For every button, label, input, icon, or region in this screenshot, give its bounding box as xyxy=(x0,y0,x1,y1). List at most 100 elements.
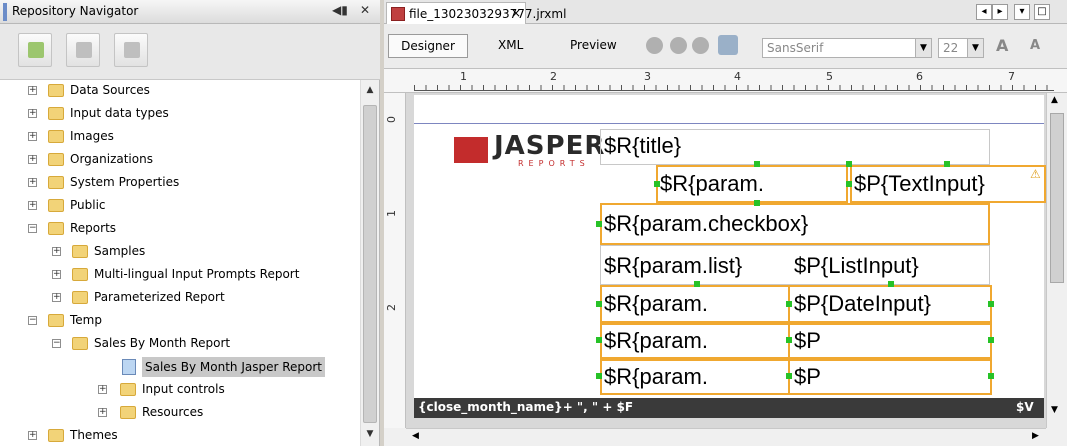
expand-icon[interactable]: + xyxy=(28,201,37,210)
scrollbar-thumb[interactable] xyxy=(363,105,377,423)
canvas-vertical-scrollbar[interactable]: ▲ ▼ xyxy=(1046,93,1066,428)
collapse-icon[interactable]: − xyxy=(28,224,37,233)
resize-handle[interactable] xyxy=(694,281,700,287)
add-server-button[interactable] xyxy=(18,33,52,67)
date-param-field[interactable]: $R{param. xyxy=(604,291,784,317)
resize-handle[interactable] xyxy=(944,161,950,167)
resize-handle[interactable] xyxy=(596,337,602,343)
tree-item-organizations[interactable]: + Organizations xyxy=(0,149,360,172)
chevron-down-icon[interactable]: ▼ xyxy=(967,39,983,57)
scroll-up-icon[interactable]: ▲ xyxy=(1051,95,1058,105)
param-field-b[interactable]: $R{param. xyxy=(604,364,784,390)
band-variable[interactable]: $V xyxy=(1016,400,1034,414)
chevron-down-icon[interactable]: ▼ xyxy=(915,39,931,57)
resize-handle[interactable] xyxy=(988,337,994,343)
tree-item-label: Public xyxy=(70,198,106,212)
param-field-a[interactable]: $R{param. xyxy=(604,328,784,354)
delete-button[interactable] xyxy=(114,33,148,67)
tree-item-parameterized-report[interactable]: + Parameterized Report xyxy=(0,287,360,310)
scroll-right-icon[interactable]: ▶ xyxy=(1032,431,1039,441)
resize-handle[interactable] xyxy=(596,373,602,379)
scroll-up-icon[interactable]: ▲ xyxy=(362,82,378,98)
tree-item-temp[interactable]: − Temp xyxy=(0,310,360,333)
expand-icon[interactable]: + xyxy=(52,293,61,302)
tree-item-label: Parameterized Report xyxy=(94,290,225,304)
list-field[interactable]: $R{param.list} xyxy=(604,253,742,279)
param-field[interactable]: $R{param. xyxy=(660,171,846,197)
resize-handle[interactable] xyxy=(888,281,894,287)
tab-xml[interactable]: XML xyxy=(498,38,523,52)
resize-handle[interactable] xyxy=(596,221,602,227)
tree-item-resources[interactable]: + Resources xyxy=(0,402,360,425)
resize-handle[interactable] xyxy=(846,161,852,167)
canvas-horizontal-scrollbar[interactable]: ◀ ▶ xyxy=(406,428,1046,446)
collapse-icon[interactable]: − xyxy=(52,339,61,348)
expand-icon[interactable]: + xyxy=(98,408,107,417)
tab-preview[interactable]: Preview xyxy=(570,38,617,52)
scroll-down-icon[interactable]: ▼ xyxy=(362,426,378,442)
collapse-icon[interactable]: − xyxy=(28,316,37,325)
expand-icon[interactable]: + xyxy=(28,86,37,95)
decrease-font-icon[interactable]: A xyxy=(1030,38,1040,53)
scrollbar-thumb[interactable] xyxy=(1050,113,1064,283)
tab-close-icon[interactable]: × xyxy=(511,6,521,20)
expand-icon[interactable]: + xyxy=(28,178,37,187)
tab-designer[interactable]: Designer xyxy=(388,34,468,58)
tab-left-icon[interactable]: ◂ xyxy=(976,4,992,20)
font-family-select[interactable]: SansSerif ▼ xyxy=(762,38,932,58)
tree-item-images[interactable]: + Images xyxy=(0,126,360,149)
resize-handle[interactable] xyxy=(988,373,994,379)
tree-item-input-data-types[interactable]: + Input data types xyxy=(0,103,360,126)
properties-icon[interactable] xyxy=(718,35,738,55)
tree-item-sales-by-month-report[interactable]: − Sales By Month Report xyxy=(0,333,360,356)
resize-handle[interactable] xyxy=(786,337,792,343)
zoom-in-icon[interactable] xyxy=(670,37,687,54)
zoom-out-icon[interactable] xyxy=(692,37,709,54)
maximize-icon[interactable]: □ xyxy=(1034,4,1050,20)
title-field[interactable]: $R{title} xyxy=(604,133,681,159)
textinput-field[interactable]: $P{TextInput} xyxy=(854,171,1044,197)
resize-handle[interactable] xyxy=(988,301,994,307)
expand-icon[interactable]: + xyxy=(52,270,61,279)
expand-icon[interactable]: + xyxy=(28,431,37,440)
tab-right-icon[interactable]: ▸ xyxy=(992,4,1008,20)
font-size-select[interactable]: 22 ▼ xyxy=(938,38,984,58)
minimize-icon[interactable]: ◀▮ xyxy=(332,3,348,17)
tab-list-icon[interactable]: ▾ xyxy=(1014,4,1030,20)
tree-item-input-controls[interactable]: + Input controls xyxy=(0,379,360,402)
zoom-fit-icon[interactable] xyxy=(646,37,663,54)
expand-icon[interactable]: + xyxy=(98,385,107,394)
tree-item-sales-by-month-jasper-report[interactable]: Sales By Month Jasper Report xyxy=(0,356,360,379)
tree-item-system-properties[interactable]: + System Properties xyxy=(0,172,360,195)
tree-item-public[interactable]: + Public xyxy=(0,195,360,218)
resize-handle[interactable] xyxy=(786,301,792,307)
dateinput-field[interactable]: $P{DateInput} xyxy=(794,291,931,317)
p-field-b[interactable]: $P xyxy=(794,364,821,390)
tree-item-reports[interactable]: − Reports xyxy=(0,218,360,241)
close-icon[interactable]: ✕ xyxy=(360,3,370,17)
expand-icon[interactable]: + xyxy=(52,247,61,256)
resize-handle[interactable] xyxy=(754,161,760,167)
expand-icon[interactable]: + xyxy=(28,109,37,118)
band-expression[interactable]: {close_month_name}+ ", " + $F xyxy=(418,400,633,414)
scroll-down-icon[interactable]: ▼ xyxy=(1051,405,1058,415)
file-tab[interactable]: file_1302303293777.jrxml × xyxy=(386,2,566,24)
tree-scrollbar[interactable]: ▲ ▼ xyxy=(360,80,378,446)
p-field-a[interactable]: $P xyxy=(794,328,821,354)
tree-item-themes[interactable]: + Themes xyxy=(0,425,360,446)
resize-handle[interactable] xyxy=(654,181,660,187)
expand-icon[interactable]: + xyxy=(28,155,37,164)
tree-item-samples[interactable]: + Samples xyxy=(0,241,360,264)
increase-font-icon[interactable]: A xyxy=(996,36,1008,55)
resize-handle[interactable] xyxy=(786,373,792,379)
expand-icon[interactable]: + xyxy=(28,132,37,141)
properties-button[interactable] xyxy=(66,33,100,67)
scroll-left-icon[interactable]: ◀ xyxy=(412,431,419,441)
tree-item-data-sources[interactable]: + Data Sources xyxy=(0,80,360,103)
tree-item-multilingual-report[interactable]: + Multi-lingual Input Prompts Report xyxy=(0,264,360,287)
listinput-field[interactable]: $P{ListInput} xyxy=(794,253,919,279)
checkbox-field[interactable]: $R{param.checkbox} xyxy=(604,211,808,237)
resize-handle[interactable] xyxy=(846,181,852,187)
resize-handle[interactable] xyxy=(596,301,602,307)
resize-handle[interactable] xyxy=(754,200,760,206)
